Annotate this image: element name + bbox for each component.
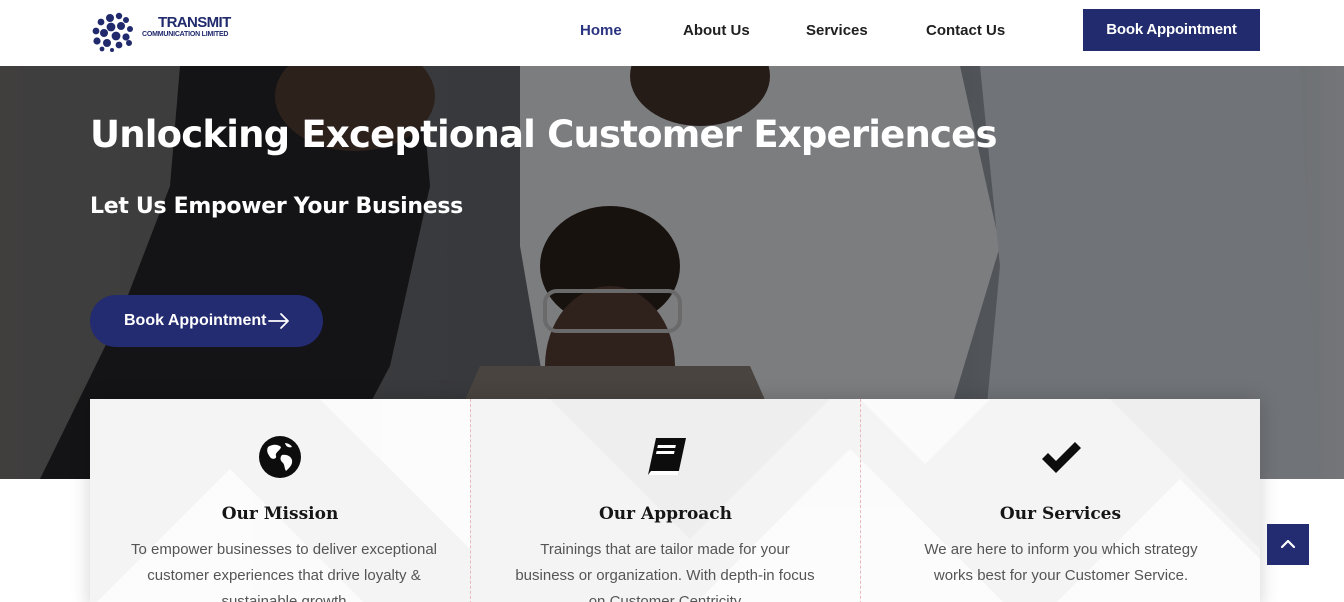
- brand-tagline: COMMUNICATION LIMITED: [142, 31, 229, 38]
- site-header: TRANSMIT COMMUNICATION LIMITED Home Abou…: [0, 0, 1344, 66]
- nav-item-contact-us[interactable]: Contact Us: [926, 0, 1005, 66]
- book-icon: [647, 438, 686, 475]
- brand-name: TRANSMIT: [158, 14, 231, 31]
- feature-title: Our Mission: [221, 504, 339, 524]
- feature-card-mission: Our Mission To empower businesses to del…: [90, 399, 470, 602]
- globe-icon: [259, 436, 301, 478]
- hero-button-label: Book Appointment: [124, 312, 267, 329]
- brand-logo[interactable]: TRANSMIT COMMUNICATION LIMITED: [90, 12, 260, 52]
- arrow-right-icon: [268, 313, 289, 329]
- feature-text: To empower businesses to deliver excepti…: [131, 541, 437, 602]
- feature-title: Our Services: [999, 504, 1122, 524]
- feature-text: We are here to inform you which strategy…: [924, 541, 1198, 584]
- feature-card-services: Our Services We are here to inform you w…: [861, 399, 1260, 602]
- scroll-to-top-button[interactable]: [1267, 524, 1309, 565]
- features-panel: Our Mission To empower businesses to del…: [90, 399, 1260, 602]
- hero-subtitle: Let Us Empower Your Business: [90, 194, 463, 219]
- nav-item-about-us[interactable]: About Us: [683, 0, 750, 66]
- checkmark-icon: [1041, 442, 1081, 473]
- feature-card-approach: Our Approach Trainings that are tailor m…: [471, 399, 860, 602]
- nav-item-home[interactable]: Home: [580, 0, 622, 66]
- nav-item-services[interactable]: Services: [806, 0, 868, 66]
- logo-dots-icon: [92, 12, 133, 52]
- hero-title: Unlocking Exceptional Customer Experienc…: [90, 113, 997, 156]
- feature-title: Our Approach: [598, 504, 733, 524]
- hero-book-appointment-button[interactable]: Book Appointment: [90, 295, 323, 347]
- feature-text: Trainings that are tailor made for your …: [515, 541, 815, 602]
- chevron-up-icon: [1280, 539, 1296, 549]
- header-book-appointment-button[interactable]: Book Appointment: [1083, 9, 1260, 51]
